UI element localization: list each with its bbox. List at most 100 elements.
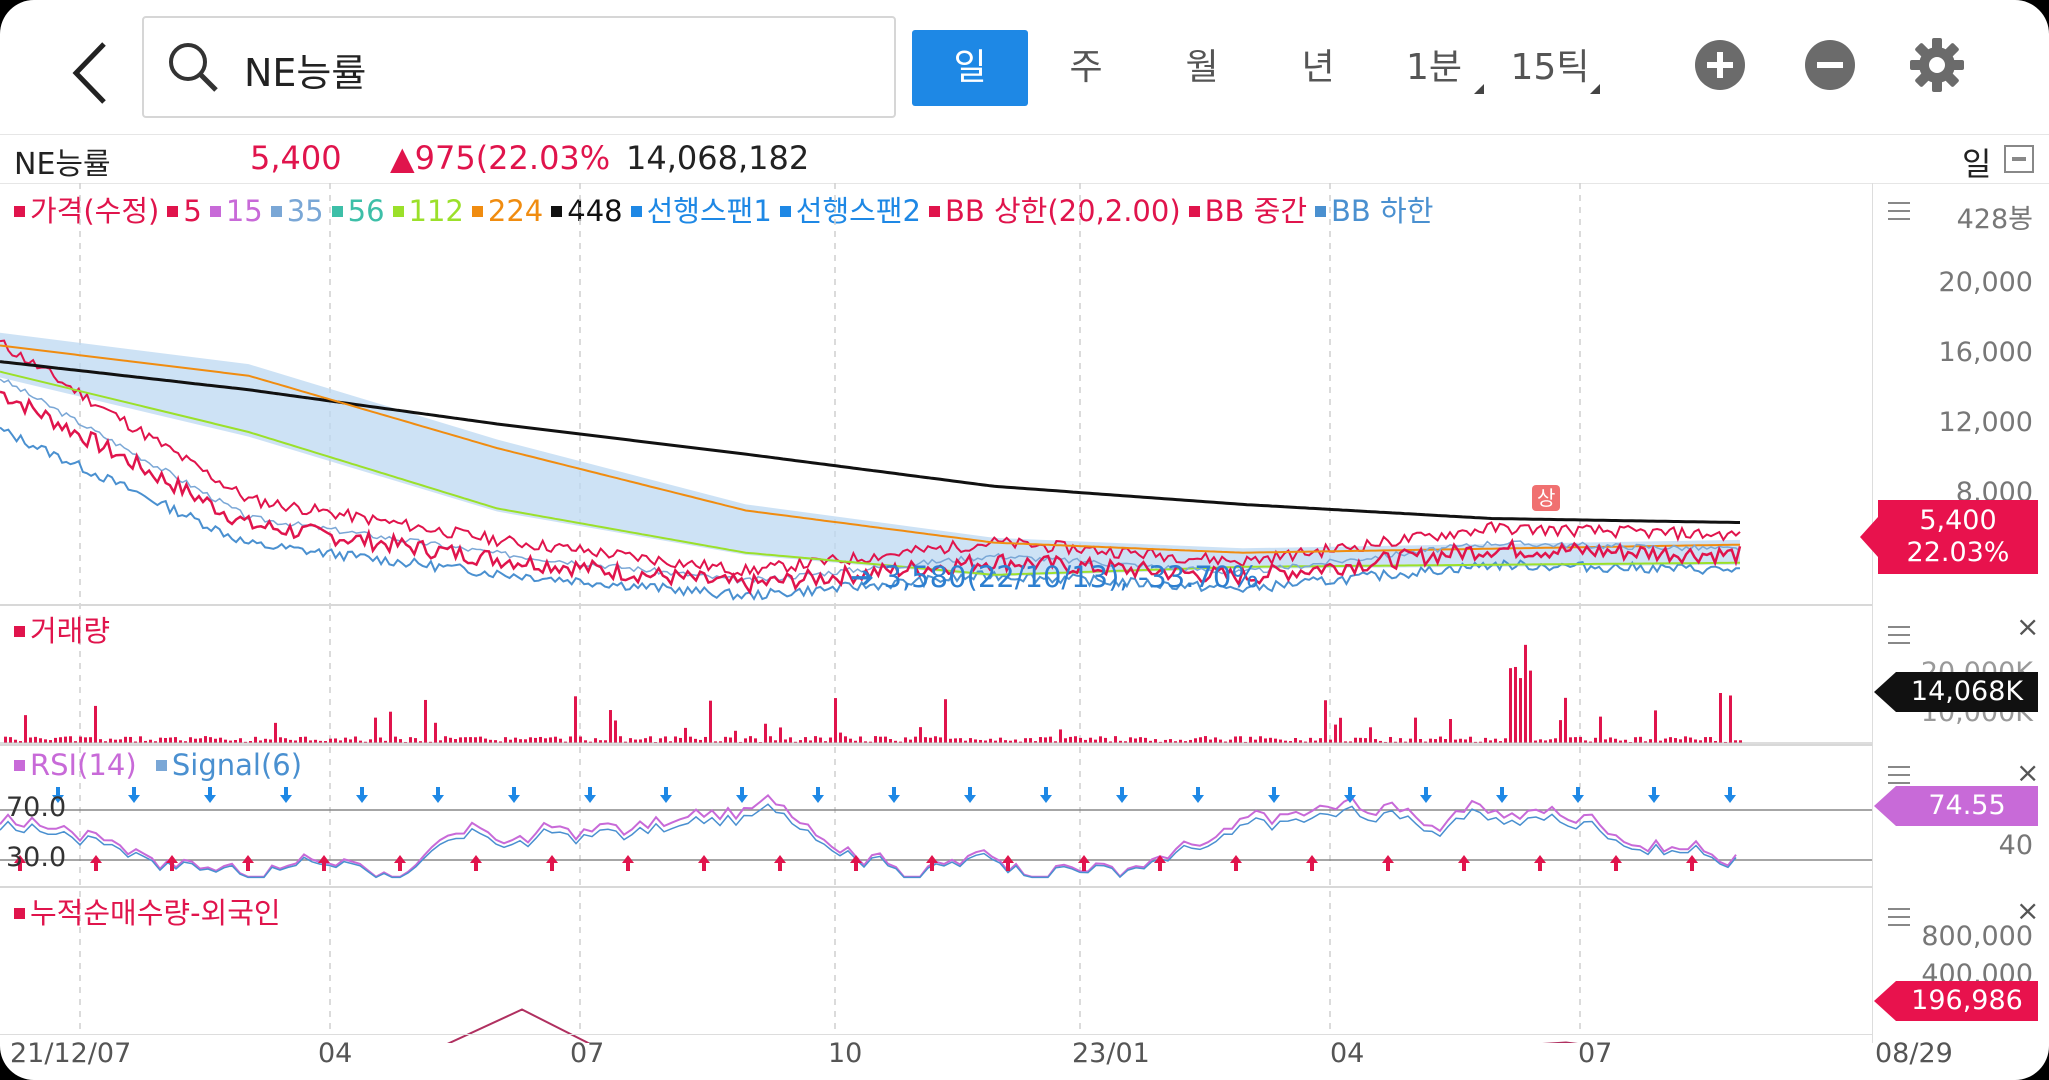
gear-icon[interactable] [1908,36,1966,94]
back-arrow-icon[interactable] [62,38,122,108]
x-axis-label: 08/29 [1875,1038,1953,1069]
x-axis-line [0,1034,1872,1035]
zoom-in-button[interactable] [1695,40,1745,90]
volume-bar [1419,738,1422,743]
volume-bar [269,739,272,743]
volume-bar [1079,737,1082,743]
panel-divider [0,886,1872,888]
tab-tick[interactable]: 15틱 [1492,30,1608,106]
volume-bar [939,737,942,743]
volume-bar [394,736,397,743]
volume-bar [1539,739,1542,743]
volume-bar [1709,737,1712,743]
volume-bar [479,736,482,743]
zoom-out-button[interactable] [1805,40,1855,90]
volume-bar [1039,737,1042,743]
volume-bar [1114,736,1117,743]
cum-panel-menu-icon[interactable] [1888,908,1910,932]
volume-bar [1564,697,1567,743]
volume-bar [424,699,427,743]
volume-bar [614,720,617,743]
stock-search-input[interactable]: NE능률 [142,16,896,118]
volume-bar [1049,736,1052,743]
volume-bar [679,737,682,743]
volume-bar [1369,727,1372,743]
volume-bar [1309,737,1312,743]
volume-bar [1029,738,1032,743]
volume-bar [1319,738,1322,743]
tab-day[interactable]: 일 [912,30,1028,106]
volume-bar [1669,737,1672,743]
volume-bar [749,736,752,743]
volume-bar [434,722,437,743]
volume-bar [279,737,282,743]
volume-bar [354,736,357,743]
volume-bar [239,738,242,743]
volume-bar [1099,736,1102,743]
buy-arrow-icon [1686,855,1698,871]
volume-bar [534,737,537,743]
volume-bar [724,736,727,743]
rsi-level-30: 30.0 [6,842,67,873]
search-icon [169,43,218,92]
volume-bar [734,730,737,743]
volume-bar [409,737,412,743]
signal-marker: 상 [1532,485,1560,511]
volume-bar [934,736,937,743]
volume-bar [944,699,947,743]
volume-bar [284,738,287,743]
buy-arrow-icon [470,855,482,871]
volume-bar [199,738,202,743]
volume-panel-menu-icon[interactable] [1888,626,1910,650]
volume-bar [779,727,782,743]
volume-bar [1429,738,1432,743]
volume-bar [389,711,392,743]
tab-week[interactable]: 주 [1028,30,1144,106]
volume-panel-close-icon[interactable]: × [2016,610,2039,643]
volume-bar [1554,738,1557,743]
volume-bar [169,737,172,743]
svg-text:상: 상 [1537,486,1555,510]
buy-arrow-icon [1534,855,1546,871]
volume-bar [139,736,142,743]
tab-minute[interactable]: 1분 [1376,30,1492,106]
volume-bar [769,736,772,743]
tab-year[interactable]: 년 [1260,30,1376,106]
buy-arrow-icon [394,855,406,871]
volume-bar [1154,739,1157,743]
volume-bar [1599,716,1602,743]
rsi-panel-close-icon[interactable]: × [2016,756,2039,789]
sell-arrow-icon [1496,787,1508,803]
volume-bar [1339,717,1342,743]
price-axis-label: 16,000 [1938,337,2033,368]
volume-bar [1044,737,1047,743]
volume-bar [334,738,337,743]
stock-volume: 14,068,182 [626,139,810,177]
volume-bar [914,736,917,743]
price-axis-label: 12,000 [1938,407,2033,438]
volume-bar [969,738,972,743]
volume-bar [1069,736,1072,743]
sell-arrow-icon [584,787,596,803]
volume-bar [744,738,747,743]
volume-bar [1074,736,1077,743]
volume-bar [954,738,957,743]
volume-bar [129,736,132,743]
fullscreen-toggle-icon[interactable] [2004,145,2034,173]
volume-bar [1519,678,1522,743]
tab-month[interactable]: 월 [1144,30,1260,106]
volume-bar [1639,736,1642,743]
rsi-signal-arrows [14,787,1736,871]
volume-bar [1094,739,1097,743]
signal-line [0,803,1737,879]
rsi-axis-label: 40 [1998,830,2033,861]
volume-bar [299,736,302,743]
volume-bar [1229,739,1232,743]
volume-bar [1529,670,1532,743]
volume-bar [1689,737,1692,743]
cum-panel-close-icon[interactable]: × [2016,894,2039,927]
stock-chart[interactable]: 상 [0,183,1872,1043]
x-axis-label: 21/12/07 [10,1038,132,1069]
buy-arrow-icon [90,855,102,871]
price-panel-menu-icon[interactable] [1888,202,1910,226]
